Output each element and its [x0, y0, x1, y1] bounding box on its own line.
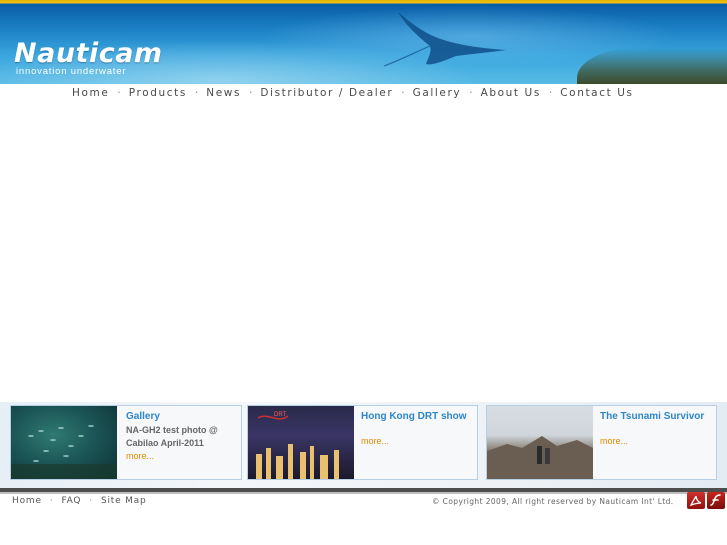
- news-more-link[interactable]: more...: [600, 435, 704, 447]
- nav-link-home[interactable]: Home: [72, 87, 109, 99]
- nav-item-products[interactable]: Products: [129, 87, 187, 99]
- nauticam-logo[interactable]: Nauticam innovation underwater: [14, 40, 184, 80]
- nav-link-products[interactable]: Products: [129, 87, 187, 99]
- footer-links: Home · FAQ · Site Map: [12, 496, 147, 506]
- footer-divider: [0, 492, 727, 494]
- tsunami-debris-image: [487, 436, 593, 479]
- news-more-link[interactable]: more...: [126, 450, 218, 462]
- news-title[interactable]: Hong Kong DRT show: [361, 410, 467, 423]
- news-thumbnail[interactable]: [11, 406, 117, 479]
- footer-link-home[interactable]: Home: [12, 496, 42, 506]
- nav-item-distributor[interactable]: Distributor / Dealer: [260, 87, 393, 99]
- nav-separator: ·: [401, 87, 405, 99]
- nav-link-gallery[interactable]: Gallery: [413, 87, 462, 99]
- logo-text: Nauticam: [14, 38, 163, 69]
- news-text: The Tsunami Survivor more...: [600, 410, 704, 447]
- news-title[interactable]: The Tsunami Survivor: [600, 410, 704, 423]
- news-thumbnail[interactable]: [487, 406, 593, 479]
- flash-glyph: [710, 494, 721, 506]
- flash-icon[interactable]: [707, 492, 725, 509]
- news-desc: NA-GH2 test photo @: [126, 425, 218, 435]
- nav-link-about[interactable]: About Us: [481, 87, 541, 99]
- news-card-hk-drt: DRT Hong Kong DRT show more...: [247, 405, 478, 480]
- nav-separator: ·: [548, 87, 553, 99]
- footer-link-sitemap[interactable]: Site Map: [101, 496, 147, 506]
- pdf-glyph: [689, 495, 702, 506]
- header-banner: Nauticam innovation underwater: [0, 0, 727, 84]
- nav-item-home[interactable]: Home: [72, 87, 109, 99]
- nav-separator: ·: [117, 87, 121, 99]
- nav-item-gallery[interactable]: Gallery: [413, 87, 462, 99]
- nav-separator: ·: [469, 87, 473, 99]
- main-nav: Home · Products · News · Distributor / D…: [0, 84, 727, 106]
- manta-ray-icon: [383, 12, 506, 67]
- news-thumbnail[interactable]: DRT: [248, 406, 354, 479]
- news-more-link[interactable]: more...: [361, 435, 467, 447]
- pdf-icon[interactable]: [687, 492, 705, 509]
- news-title[interactable]: Gallery: [126, 410, 218, 423]
- nav-separator: ·: [249, 87, 253, 99]
- nav-item-contact[interactable]: Contact Us: [560, 87, 633, 99]
- nav-link-distributor[interactable]: Distributor / Dealer: [260, 87, 393, 99]
- news-text: Gallery NA-GH2 test photo @ Cabilao Apri…: [126, 410, 218, 462]
- coral-reef: [577, 48, 727, 84]
- city-skyline-image: DRT: [256, 412, 339, 479]
- nav-link-news[interactable]: News: [206, 87, 241, 99]
- svg-text:DRT: DRT: [274, 412, 287, 418]
- footer-link-faq[interactable]: FAQ: [61, 496, 81, 506]
- fish-school-image: [11, 425, 117, 479]
- nav-separator: ·: [194, 87, 199, 99]
- nav-link-contact[interactable]: Contact Us: [560, 87, 633, 99]
- footer-separator: ·: [49, 496, 54, 506]
- news-card-tsunami: The Tsunami Survivor more...: [486, 405, 717, 480]
- nav-item-about[interactable]: About Us: [481, 87, 541, 99]
- news-desc: Cabilao April-2011: [126, 438, 204, 448]
- nav-item-news[interactable]: News: [206, 87, 241, 99]
- footer-separator: ·: [89, 496, 93, 506]
- copyright-text: © Copyright 2009, All right reserved by …: [432, 497, 674, 506]
- news-card-gallery: Gallery NA-GH2 test photo @ Cabilao Apri…: [10, 405, 242, 480]
- news-text: Hong Kong DRT show more...: [361, 410, 467, 447]
